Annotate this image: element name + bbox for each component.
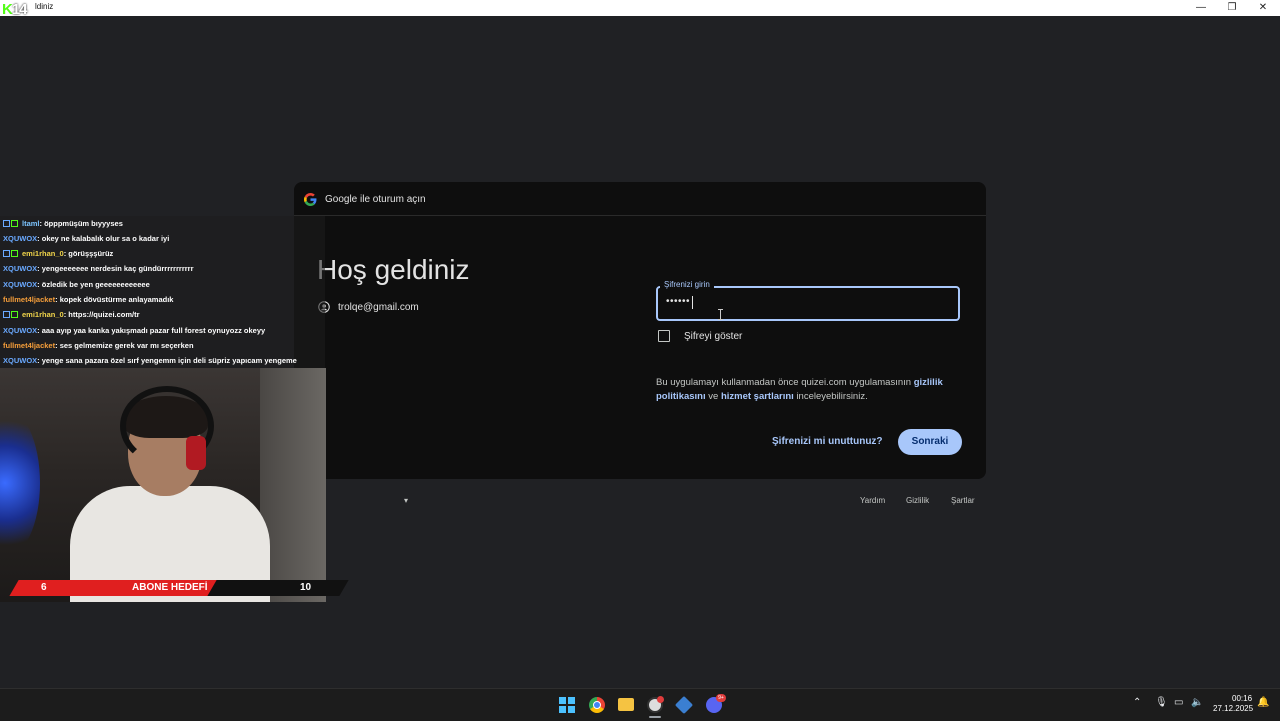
blue-light (0, 408, 40, 558)
minimize-icon[interactable]: — (1186, 0, 1216, 16)
subscriber-goal-bar: 6 ABONE HEDEFİ 10 (9, 580, 349, 596)
password-value: •••••• (666, 296, 691, 307)
chat-message: ltaml: öpppmüşüm bıyyyses (3, 216, 123, 230)
chat-message-text: : yenge sana pazara özel sırf yengemm iç… (37, 356, 297, 366)
chat-message: fullmet4ljacket: kopek dövüstürme anlaya… (3, 293, 173, 307)
chat-message-text: : görüşşşürüz (63, 249, 114, 259)
chat-message: emi1rhan_0: https://quizei.com/tr (3, 308, 140, 322)
restore-icon[interactable]: ❐ (1217, 0, 1247, 16)
password-input[interactable] (656, 286, 960, 321)
chat-username[interactable]: XQUWOX (3, 264, 37, 273)
chat-badge-icon (3, 250, 19, 258)
chat-username[interactable]: XQUWOX (3, 234, 37, 243)
kick-logo-k: K (2, 1, 13, 18)
clock-time[interactable]: 00:16 (1232, 694, 1252, 703)
chat-username[interactable]: emi1rhan_0 (22, 310, 64, 319)
chat-username[interactable]: XQUWOX (3, 356, 37, 365)
discord-notification-badge: 9+ (716, 694, 726, 702)
show-password-toggle[interactable]: Şifreyi göster (658, 330, 742, 342)
chat-username[interactable]: fullmet4ljacket (3, 341, 55, 350)
next-button[interactable]: Sonraki (898, 429, 962, 455)
google-g-icon (304, 193, 317, 206)
active-app-indicator (649, 716, 661, 718)
chat-message-text: : yengeeeeeee nerdesin kaç gündürrrrrrrr… (37, 264, 194, 274)
window-title-bar: ldiniz — ❐ ✕ (0, 0, 1280, 16)
google-signin-card: Google ile oturum açın Hoş geldiniz trol… (294, 182, 986, 479)
goal-current: 6 (41, 582, 47, 593)
chat-message: XQUWOX: yenge sana pazara özel sırf yeng… (3, 354, 297, 368)
chat-username[interactable]: fullmet4ljacket (3, 295, 55, 304)
forgot-password-button[interactable]: Şifrenizi mi unuttunuz? (772, 436, 883, 447)
chat-message-text: : öpppmüşüm bıyyyses (39, 218, 123, 228)
mouse-ibeam-cursor-icon (718, 309, 723, 320)
stream-chat-overlay: ltaml: öpppmüşüm bıyyyses XQUWOX: okey ne… (0, 216, 325, 368)
terms-prefix: Bu uygulamayı kullanmadan önce quizei.co… (656, 377, 914, 388)
chrome-icon[interactable] (589, 697, 605, 713)
kick-logo: K14 (2, 1, 28, 19)
chat-message-text: : okey ne kalabalık olur sa o kadar iyi (37, 233, 170, 243)
clock-date[interactable]: 27.12.2025 (1213, 704, 1253, 713)
chat-message: XQUWOX: okey ne kalabalık olur sa o kada… (3, 231, 169, 245)
chat-message-text: : ses gelmemize gerek var mı seçerken (55, 340, 194, 350)
chat-username[interactable]: XQUWOX (3, 326, 37, 335)
welcome-heading: Hoş geldiniz (317, 254, 470, 285)
goal-label: ABONE HEDEFİ (132, 582, 208, 593)
account-chip[interactable]: trolqe@gmail.com (318, 300, 419, 314)
obs-icon[interactable] (647, 696, 664, 713)
chat-message: XQUWOX: yengeeeeeee nerdesin kaç gündürr… (3, 262, 194, 276)
footer-terms-link[interactable]: Şartlar (951, 496, 975, 505)
chat-username[interactable]: XQUWOX (3, 280, 37, 289)
chat-message: emi1rhan_0: görüşşşürüz (3, 247, 113, 261)
footer-help-link[interactable]: Yardım (860, 496, 885, 505)
terms-of-service-link[interactable]: hizmet şartlarını (721, 391, 794, 402)
chat-badge-icon (3, 311, 19, 319)
network-icon[interactable]: ▭ (1174, 697, 1183, 708)
window-title: ldiniz (35, 2, 54, 11)
chat-message-text: : kopek dövüstürme anlayamadık (55, 295, 174, 304)
text-caret (692, 296, 693, 309)
chat-badge-icon (3, 219, 19, 227)
notification-bell-icon[interactable]: 🔔 (1257, 697, 1269, 708)
microphone-icon[interactable]: 🎙 (1155, 697, 1168, 708)
chat-message-text: : aaa ayıp yaa kanka yakışmadı pazar ful… (37, 325, 266, 335)
show-hidden-icons-chevron-icon[interactable]: ⌃ (1133, 697, 1141, 708)
language-dropdown-chevron-icon[interactable]: ▾ (404, 496, 408, 505)
terms-middle: ve (705, 390, 721, 402)
chat-message: XQUWOX: aaa ayıp yaa kanka yakışmadı paz… (3, 323, 265, 337)
show-password-checkbox[interactable] (658, 330, 670, 342)
chat-message: XQUWOX: özledik be yen geeeeeeeeeeee (3, 277, 150, 291)
footer-privacy-link[interactable]: Gizlilik (906, 496, 929, 505)
show-password-label: Şifreyi göster (684, 330, 743, 342)
account-email: trolqe@gmail.com (338, 301, 419, 313)
volume-icon[interactable]: 🔈 (1191, 697, 1203, 708)
kick-logo-number: 14 (11, 1, 28, 18)
terms-suffix: inceleyebilirsiniz. (793, 390, 868, 402)
signin-header-text: Google ile oturum açın (325, 194, 426, 205)
chat-username[interactable]: emi1rhan_0 (22, 249, 64, 258)
headset-earcup (186, 436, 206, 470)
file-explorer-icon[interactable] (618, 698, 634, 711)
password-field-label: Şifrenizi girin (660, 280, 714, 289)
chat-message: fullmet4ljacket: ses gelmemize gerek var… (3, 338, 194, 352)
taskbar (0, 688, 1280, 721)
goal-target: 10 (300, 582, 312, 593)
webcam-feed (0, 368, 326, 602)
chat-message-text: : özledik be yen geeeeeeeeeeee (37, 279, 150, 289)
close-icon[interactable]: ✕ (1248, 0, 1278, 16)
windows-start-icon[interactable] (559, 697, 575, 713)
chat-username[interactable]: ltaml (22, 219, 40, 228)
terms-notice: Bu uygulamayı kullanmadan önce quizei.co… (656, 376, 956, 403)
signin-card-header: Google ile oturum açın (294, 182, 986, 216)
chat-message-text: : https://quizei.com/tr (63, 310, 140, 320)
